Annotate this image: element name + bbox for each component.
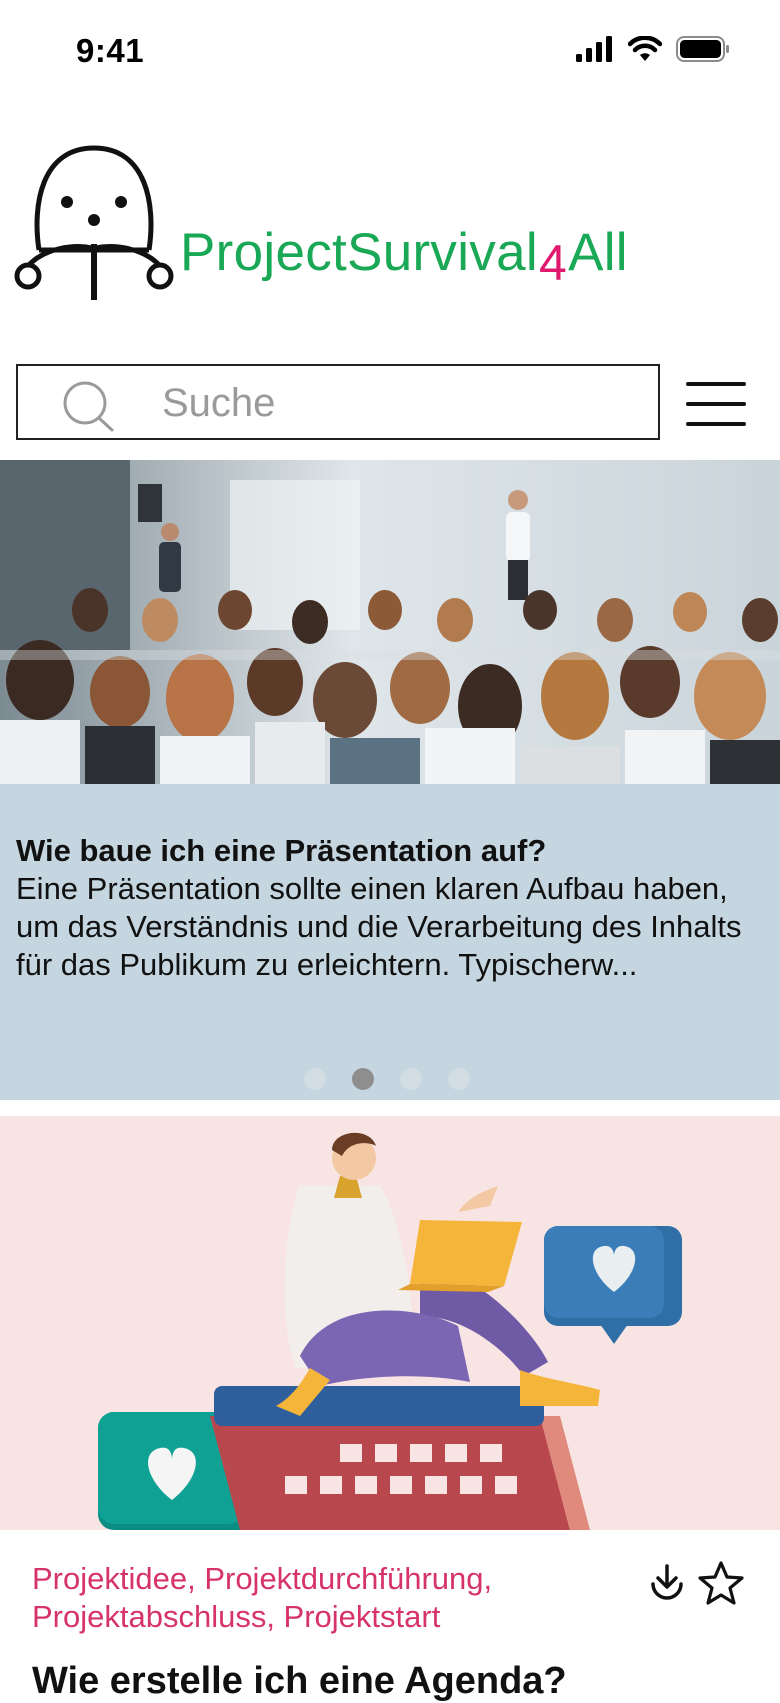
brand-name-digit: 4 [538, 235, 568, 291]
carousel-title[interactable]: Wie baue ich eine Präsentation auf? [16, 832, 766, 870]
presentation-audience-image [0, 460, 780, 784]
status-time: 9:41 [76, 32, 145, 69]
carousel-dot-4[interactable] [448, 1068, 470, 1090]
carousel-text: Wie baue ich eine Präsentation auf? Eine… [16, 832, 766, 984]
card-footer: Projektidee, Projektdurchführung, Projek… [0, 1530, 780, 1702]
brand-name-part1: ProjectSurvival [180, 223, 538, 282]
carousel-dot-2[interactable] [352, 1068, 374, 1090]
menu-bar-bottom [686, 422, 746, 426]
logo-icon [14, 145, 174, 300]
hamburger-menu-button[interactable] [686, 382, 748, 426]
search-box[interactable] [16, 364, 660, 440]
carousel-excerpt: Eine Präsentation sollte einen klaren Au… [16, 871, 742, 982]
card-illustration[interactable] [0, 1116, 780, 1530]
featured-carousel[interactable]: Wie baue ich eine Präsentation auf? Eine… [0, 460, 780, 1100]
download-icon[interactable] [646, 1562, 688, 1606]
carousel-dot-3[interactable] [400, 1068, 422, 1090]
battery-icon [676, 36, 729, 62]
favorite-star-icon[interactable] [698, 1560, 744, 1606]
wifi-icon [628, 36, 662, 61]
carousel-pagination [304, 1068, 470, 1090]
search-input[interactable] [160, 376, 644, 430]
signal-icon [576, 36, 612, 62]
card-title[interactable]: Wie erstelle ich eine Agenda? [32, 1660, 567, 1703]
menu-bar-middle [686, 402, 746, 406]
carousel-dot-1[interactable] [304, 1068, 326, 1090]
status-icons [576, 36, 730, 62]
card-tags[interactable]: Projektidee, Projektdurchführung, Projek… [32, 1560, 592, 1636]
search-icon [63, 381, 114, 432]
status-bar: 9:41 [0, 0, 780, 104]
brand-name: ProjectSurvival4All [180, 222, 628, 291]
brand-name-part2: All [568, 223, 628, 282]
menu-bar-top [686, 382, 746, 386]
brand-header: ProjectSurvival4All [14, 144, 714, 304]
